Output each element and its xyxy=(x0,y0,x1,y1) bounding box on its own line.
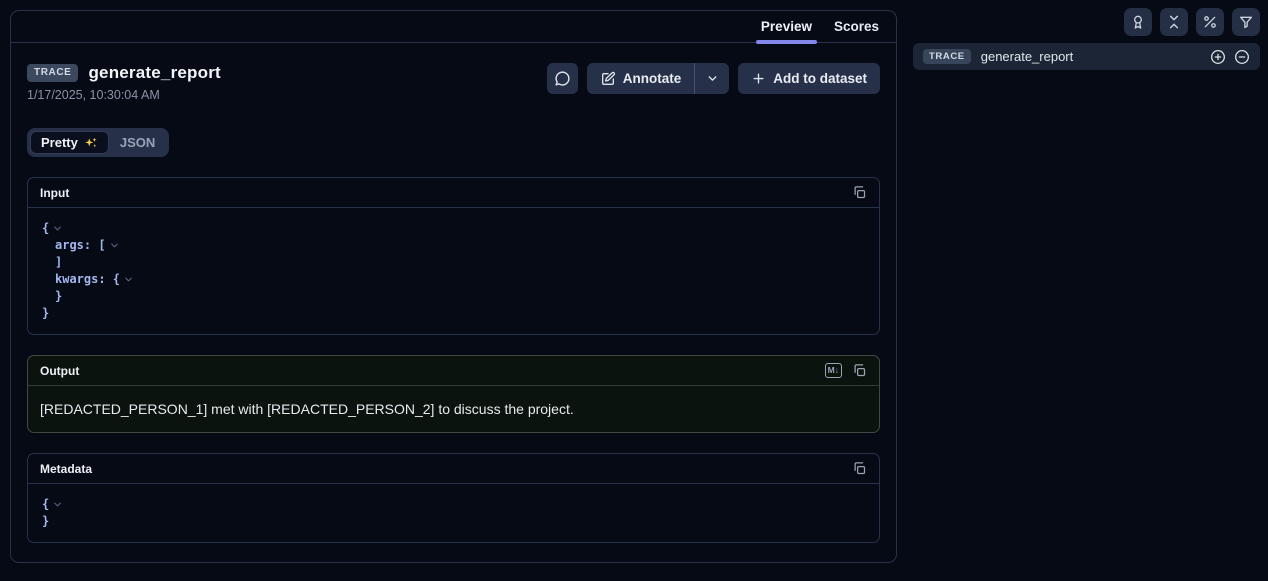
metadata-section-title: Metadata xyxy=(40,462,92,476)
metadata-section: Metadata {} xyxy=(27,453,880,543)
json-token: args: [ xyxy=(55,237,106,254)
input-section: Input { args: []kwargs: {}} xyxy=(27,177,880,335)
trace-viewer-page: Preview Scores TRACE generate_report 1/1… xyxy=(0,0,1268,581)
comment-bubble-icon xyxy=(554,70,571,87)
add-to-dataset-button[interactable]: Add to dataset xyxy=(738,63,880,94)
copy-button[interactable] xyxy=(852,185,867,200)
add-to-dataset-label: Add to dataset xyxy=(773,71,867,86)
json-token: } xyxy=(55,288,62,305)
json-line: ] xyxy=(42,254,865,271)
copy-button[interactable] xyxy=(852,461,867,476)
collapse-vertical-icon xyxy=(1166,14,1182,30)
annotate-split-button: Annotate xyxy=(587,63,730,94)
json-token: } xyxy=(42,305,49,322)
annotate-dropdown-button[interactable] xyxy=(694,63,729,94)
panel-body: TRACE generate_report 1/17/2025, 10:30:0… xyxy=(11,43,896,563)
sparkles-icon xyxy=(84,136,98,150)
trace-detail-panel: Preview Scores TRACE generate_report 1/1… xyxy=(10,10,897,563)
output-content: [REDACTED_PERSON_1] met with [REDACTED_P… xyxy=(28,386,879,432)
pretty-label: Pretty xyxy=(41,135,78,150)
metadata-section-header: Metadata xyxy=(28,454,879,484)
output-section-title: Output xyxy=(40,364,79,378)
markdown-toggle-button[interactable]: M↓ xyxy=(825,363,842,377)
tab-preview[interactable]: Preview xyxy=(750,11,823,42)
filter-funnel-icon xyxy=(1238,14,1254,30)
award-ribbon-icon xyxy=(1130,14,1146,30)
metadata-json-view: {} xyxy=(28,484,879,542)
chevron-down-icon xyxy=(706,72,719,85)
copy-icon xyxy=(852,461,867,476)
view-format-toggle: Pretty JSON xyxy=(27,128,169,157)
trace-tree-row[interactable]: TRACE generate_report xyxy=(913,43,1260,70)
edit-pencil-icon xyxy=(600,71,616,87)
trace-header: TRACE generate_report 1/17/2025, 10:30:0… xyxy=(27,63,880,102)
json-token: { xyxy=(42,496,49,513)
trace-tree-name: generate_report xyxy=(981,49,1200,64)
percent-icon xyxy=(1202,14,1218,30)
expand-all-button[interactable] xyxy=(1210,49,1226,65)
json-token: ] xyxy=(55,254,62,271)
trace-type-badge: TRACE xyxy=(923,49,971,64)
pretty-toggle-button[interactable]: Pretty xyxy=(30,131,109,154)
copy-button[interactable] xyxy=(852,363,867,378)
input-section-header: Input xyxy=(28,178,879,208)
json-line: kwargs: { xyxy=(42,271,865,288)
annotate-button[interactable]: Annotate xyxy=(587,63,695,94)
json-token: } xyxy=(42,513,49,530)
chevron-down-icon[interactable] xyxy=(52,499,63,510)
copy-icon xyxy=(852,185,867,200)
plus-icon xyxy=(751,71,766,86)
filter-button[interactable] xyxy=(1232,8,1260,36)
json-label: JSON xyxy=(120,135,155,150)
trace-type-badge: TRACE xyxy=(27,64,78,82)
output-section: Output M↓ xyxy=(27,355,880,433)
input-section-title: Input xyxy=(40,186,69,200)
minus-circle-icon xyxy=(1234,49,1250,65)
json-token: kwargs: { xyxy=(55,271,120,288)
json-line: { xyxy=(42,220,865,237)
header-actions: Annotate xyxy=(547,63,880,94)
input-json-view: { args: []kwargs: {}} xyxy=(28,208,879,334)
chevron-down-icon[interactable] xyxy=(52,223,63,234)
output-section-header: Output M↓ xyxy=(28,356,879,386)
right-panel-toolbar xyxy=(1124,8,1260,36)
feedback-award-button[interactable] xyxy=(1124,8,1152,36)
percent-metrics-button[interactable] xyxy=(1196,8,1224,36)
json-line: { xyxy=(42,496,865,513)
collapse-node-button[interactable] xyxy=(1234,49,1250,65)
annotate-label: Annotate xyxy=(623,71,682,86)
copy-icon xyxy=(852,363,867,378)
json-toggle-button[interactable]: JSON xyxy=(109,131,166,154)
markdown-icon: M↓ xyxy=(825,363,842,377)
json-line: args: [ xyxy=(42,237,865,254)
json-line: } xyxy=(42,305,865,322)
trace-timestamp: 1/17/2025, 10:30:04 AM xyxy=(27,88,221,102)
comment-button[interactable] xyxy=(547,63,578,94)
chevron-down-icon[interactable] xyxy=(123,274,134,285)
chevron-down-icon[interactable] xyxy=(109,240,120,251)
page-title: generate_report xyxy=(88,63,220,83)
collapse-all-button[interactable] xyxy=(1160,8,1188,36)
json-token: { xyxy=(42,220,49,237)
json-line: } xyxy=(42,288,865,305)
plus-circle-icon xyxy=(1210,49,1226,65)
tab-bar: Preview Scores xyxy=(11,11,896,43)
trace-identity: TRACE generate_report 1/17/2025, 10:30:0… xyxy=(27,63,221,102)
json-line: } xyxy=(42,513,865,530)
tab-scores[interactable]: Scores xyxy=(823,11,890,42)
